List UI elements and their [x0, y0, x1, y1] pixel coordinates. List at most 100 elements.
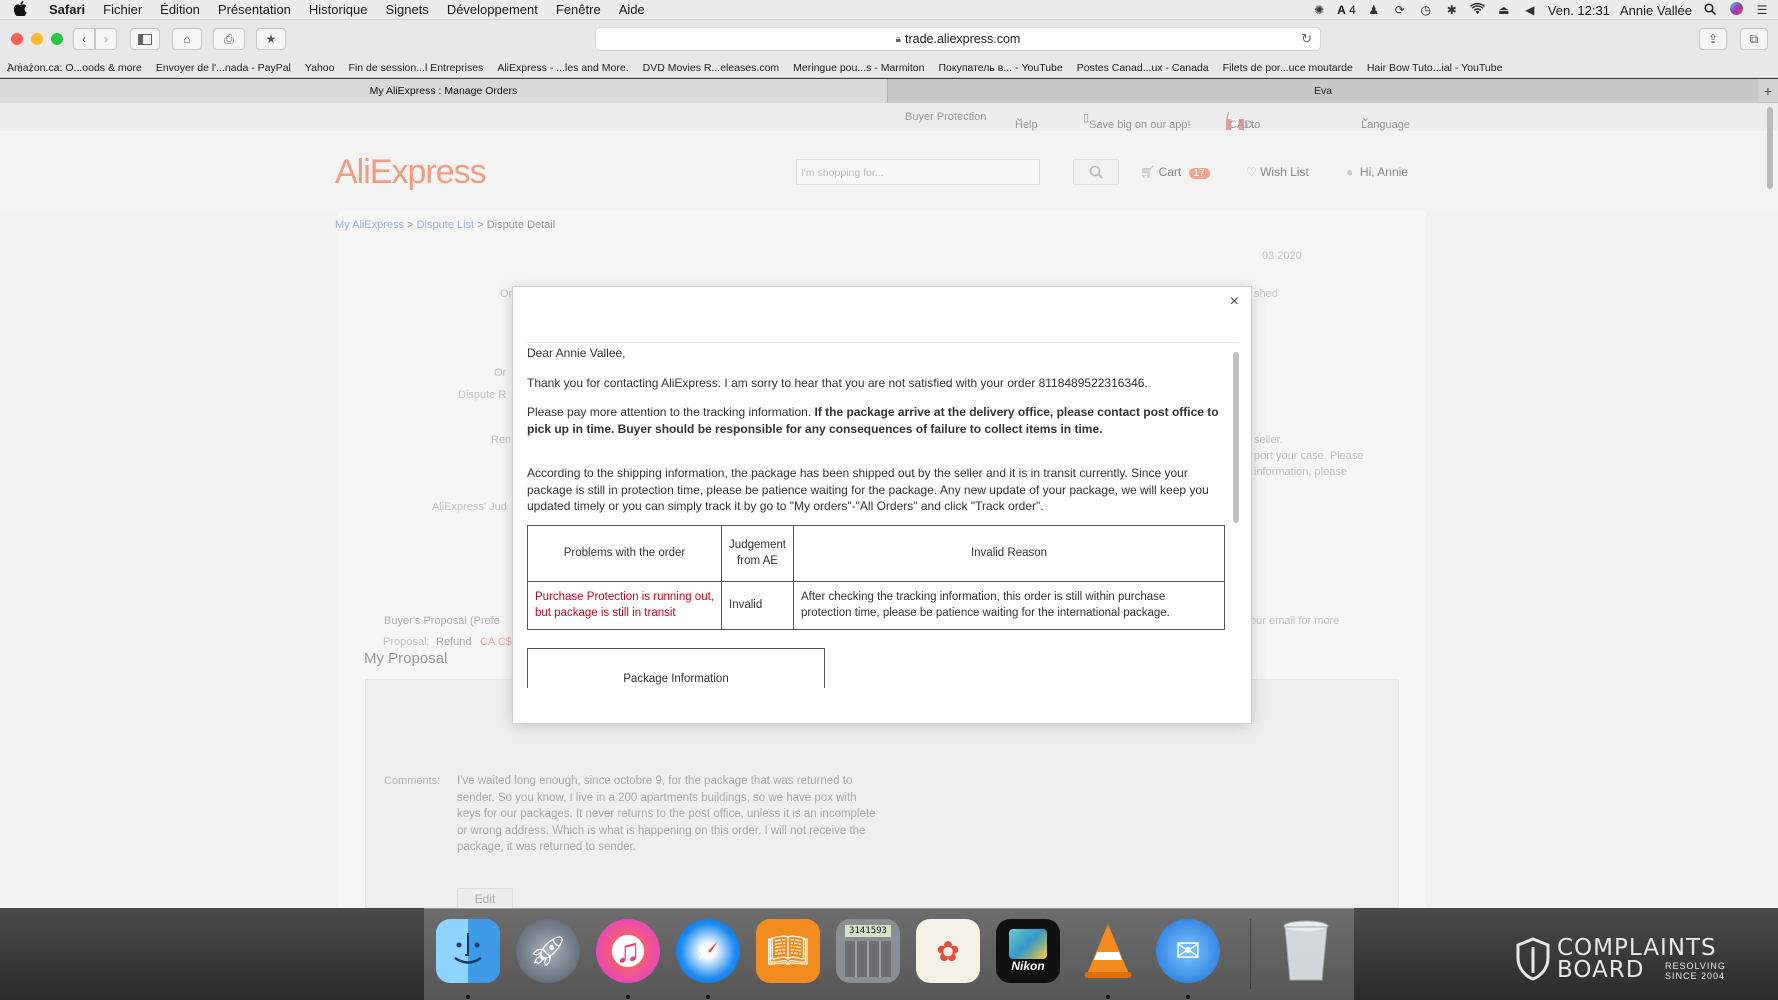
bg-judgement-label: AliExpress' Jud: [432, 501, 507, 513]
tabs-icon: ⧉: [1749, 31, 1759, 46]
my-proposal-heading: My Proposal: [364, 650, 448, 667]
language-label: Language: [1361, 119, 1410, 131]
wifi-icon[interactable]: [1470, 2, 1486, 17]
language-link[interactable]: Language ⌄: [1361, 111, 1410, 131]
modal-tracking-text: Please pay more attention to the trackin…: [527, 405, 815, 419]
account-link[interactable]: ● Hi, Annie: [1346, 165, 1408, 179]
safari-icon[interactable]: [676, 919, 740, 983]
menu-bar: Safari Fichier Édition Présentation Hist…: [0, 0, 1778, 20]
aliexpress-logo[interactable]: AliExpress: [335, 153, 487, 192]
close-window-icon[interactable]: [11, 33, 23, 45]
finder-running-dot: [466, 995, 470, 999]
mail-icon[interactable]: ✉: [1156, 919, 1220, 983]
ibooks-icon[interactable]: 📖︎: [756, 919, 820, 983]
print-button[interactable]: ⎙: [213, 28, 245, 50]
preview-icon[interactable]: ✿: [916, 919, 980, 983]
bg-status-text: shed: [1254, 288, 1278, 300]
nikon-transfer-icon[interactable]: Nikon: [996, 919, 1060, 983]
creative-cloud-icon[interactable]: ✺: [1311, 3, 1327, 17]
finder-icon[interactable]: [436, 919, 500, 983]
spotlight-icon[interactable]: [1702, 2, 1718, 18]
back-button[interactable]: ‹: [73, 28, 95, 50]
vlc-icon[interactable]: [1076, 919, 1140, 983]
bookmark-youtube-ru[interactable]: Покупатель в... - YouTube: [931, 62, 1069, 74]
address-bar[interactable]: 🔒︎ trade.aliexpress.com ↻: [595, 27, 1321, 51]
menu-edition[interactable]: Édition: [151, 2, 209, 17]
modal-shipping-text: According to the shipping information, t…: [527, 466, 1209, 513]
minimize-window-icon[interactable]: [31, 33, 43, 45]
modal-scrollbar[interactable]: [1233, 352, 1239, 704]
menu-fichier[interactable]: Fichier: [94, 2, 151, 17]
bg-support-text: port your case. Please: [1254, 450, 1364, 462]
menu-aide[interactable]: Aide: [610, 2, 654, 17]
bookmark-dvd-movies[interactable]: DVD Movies R...eleases.com: [636, 62, 787, 74]
calculator-icon[interactable]: 3141593: [836, 919, 900, 983]
eject-icon[interactable]: ⏏: [1496, 3, 1512, 17]
bluetooth-icon[interactable]: ✱: [1444, 3, 1460, 17]
menu-historique[interactable]: Historique: [300, 2, 377, 17]
tab-manage-orders[interactable]: My AliExpress : Manage Orders: [0, 79, 888, 103]
menu-presentation[interactable]: Présentation: [209, 2, 300, 17]
bg-dispute-reason-label: Dispute R: [458, 389, 507, 401]
launchpad-icon[interactable]: 🚀︎: [516, 919, 580, 983]
forward-button[interactable]: ›: [95, 28, 117, 50]
page-scrollbar-thumb[interactable]: [1767, 107, 1773, 189]
sidebar-icon: [138, 33, 152, 45]
menu-signets[interactable]: Signets: [376, 2, 437, 17]
bookmark-hair-bow[interactable]: Hair Bow Tuto...ial - YouTube: [1360, 62, 1510, 74]
bookmark-yahoo[interactable]: Yahoo: [298, 62, 342, 74]
buyer-protection-link[interactable]: Buyer Protection: [905, 111, 986, 123]
home-button[interactable]: ⌂: [172, 28, 202, 50]
menubar-user[interactable]: Annie Vallée: [1620, 3, 1692, 18]
trash-icon[interactable]: [1274, 919, 1338, 983]
page-scrollbar[interactable]: [1766, 103, 1774, 908]
cart-link[interactable]: 🛒︎ Cart 17: [1140, 165, 1210, 179]
menubar-clock[interactable]: Ven. 12:31: [1548, 3, 1610, 18]
close-modal-icon[interactable]: ×: [1230, 293, 1239, 311]
breadcrumb-my-aliexpress[interactable]: My AliExpress: [335, 219, 404, 231]
sync-icon[interactable]: ⟳: [1392, 3, 1408, 17]
share-button[interactable]: ⇪: [1699, 28, 1727, 50]
app-link-label: Save big on our app!: [1089, 119, 1191, 131]
user-silhouette-icon[interactable]: ♟: [1366, 3, 1382, 17]
tab-eva[interactable]: Eva: [888, 79, 1758, 103]
search-input[interactable]: I'm shopping for...: [796, 159, 1040, 185]
wishlist-link[interactable]: ♡ Wish List: [1246, 165, 1309, 179]
volume-icon[interactable]: ◀: [1522, 3, 1538, 17]
col-invalid-reason: Invalid Reason: [793, 524, 1225, 582]
sidebar-toggle-button[interactable]: [130, 28, 160, 50]
breadcrumb-dispute-list[interactable]: Dispute List: [417, 219, 474, 231]
tab-overview-button[interactable]: ⧉: [1740, 28, 1768, 50]
top-sites-grid-icon[interactable]: ⋮⋮⋮: [0, 61, 40, 74]
siri-icon[interactable]: [1728, 2, 1744, 18]
time-machine-icon[interactable]: ◷: [1418, 3, 1434, 17]
bookmark-entreprises[interactable]: Fin de session...l Entreprises: [342, 62, 491, 74]
bookmark-postes-canada[interactable]: Postes Canad...ux - Canada: [1070, 62, 1216, 74]
bookmark-aliexpress[interactable]: AliExpress - ...les and More.: [490, 62, 635, 74]
bg-order-label: Or: [500, 288, 513, 300]
bg-date-text: 03 2020: [1262, 250, 1302, 262]
adobe-status-icon[interactable]: A 4: [1337, 3, 1356, 17]
bookmark-marmiton[interactable]: Meringue pou...s - Marmiton: [786, 62, 931, 74]
bg-info-text: information, please: [1254, 466, 1347, 478]
reload-icon[interactable]: ↻: [1301, 31, 1312, 47]
help-link[interactable]: Help ⌄: [1015, 111, 1038, 131]
menu-safari[interactable]: Safari: [40, 2, 94, 17]
zoom-window-icon[interactable]: [51, 33, 63, 45]
app-link[interactable]: ▯ Save big on our app!: [1083, 111, 1191, 131]
new-tab-plus-icon[interactable]: +: [1758, 79, 1778, 102]
tab-bar: My AliExpress : Manage Orders Eva +: [0, 79, 1778, 103]
notification-center-icon[interactable]: ☰: [1754, 3, 1770, 17]
ship-to-link[interactable]: Ship to / CAD: [1226, 111, 1260, 131]
bookmark-filets[interactable]: Filets de por...uce moutarde: [1216, 62, 1360, 74]
modal-scrollbar-thumb[interactable]: [1233, 352, 1239, 523]
search-button[interactable]: [1073, 159, 1119, 185]
bookmark-paypal[interactable]: Envoyer de l'...nada - PayPal: [149, 62, 298, 74]
edit-button[interactable]: Edit: [457, 888, 513, 908]
itunes-icon[interactable]: ♫: [596, 919, 660, 983]
menu-developpement[interactable]: Développement: [438, 2, 547, 17]
greeting-label: Hi, Annie: [1359, 165, 1408, 179]
menu-fenetre[interactable]: Fenêtre: [547, 2, 610, 17]
bookmark-button[interactable]: ★: [256, 28, 286, 50]
apple-menu-icon[interactable]: [0, 0, 40, 19]
